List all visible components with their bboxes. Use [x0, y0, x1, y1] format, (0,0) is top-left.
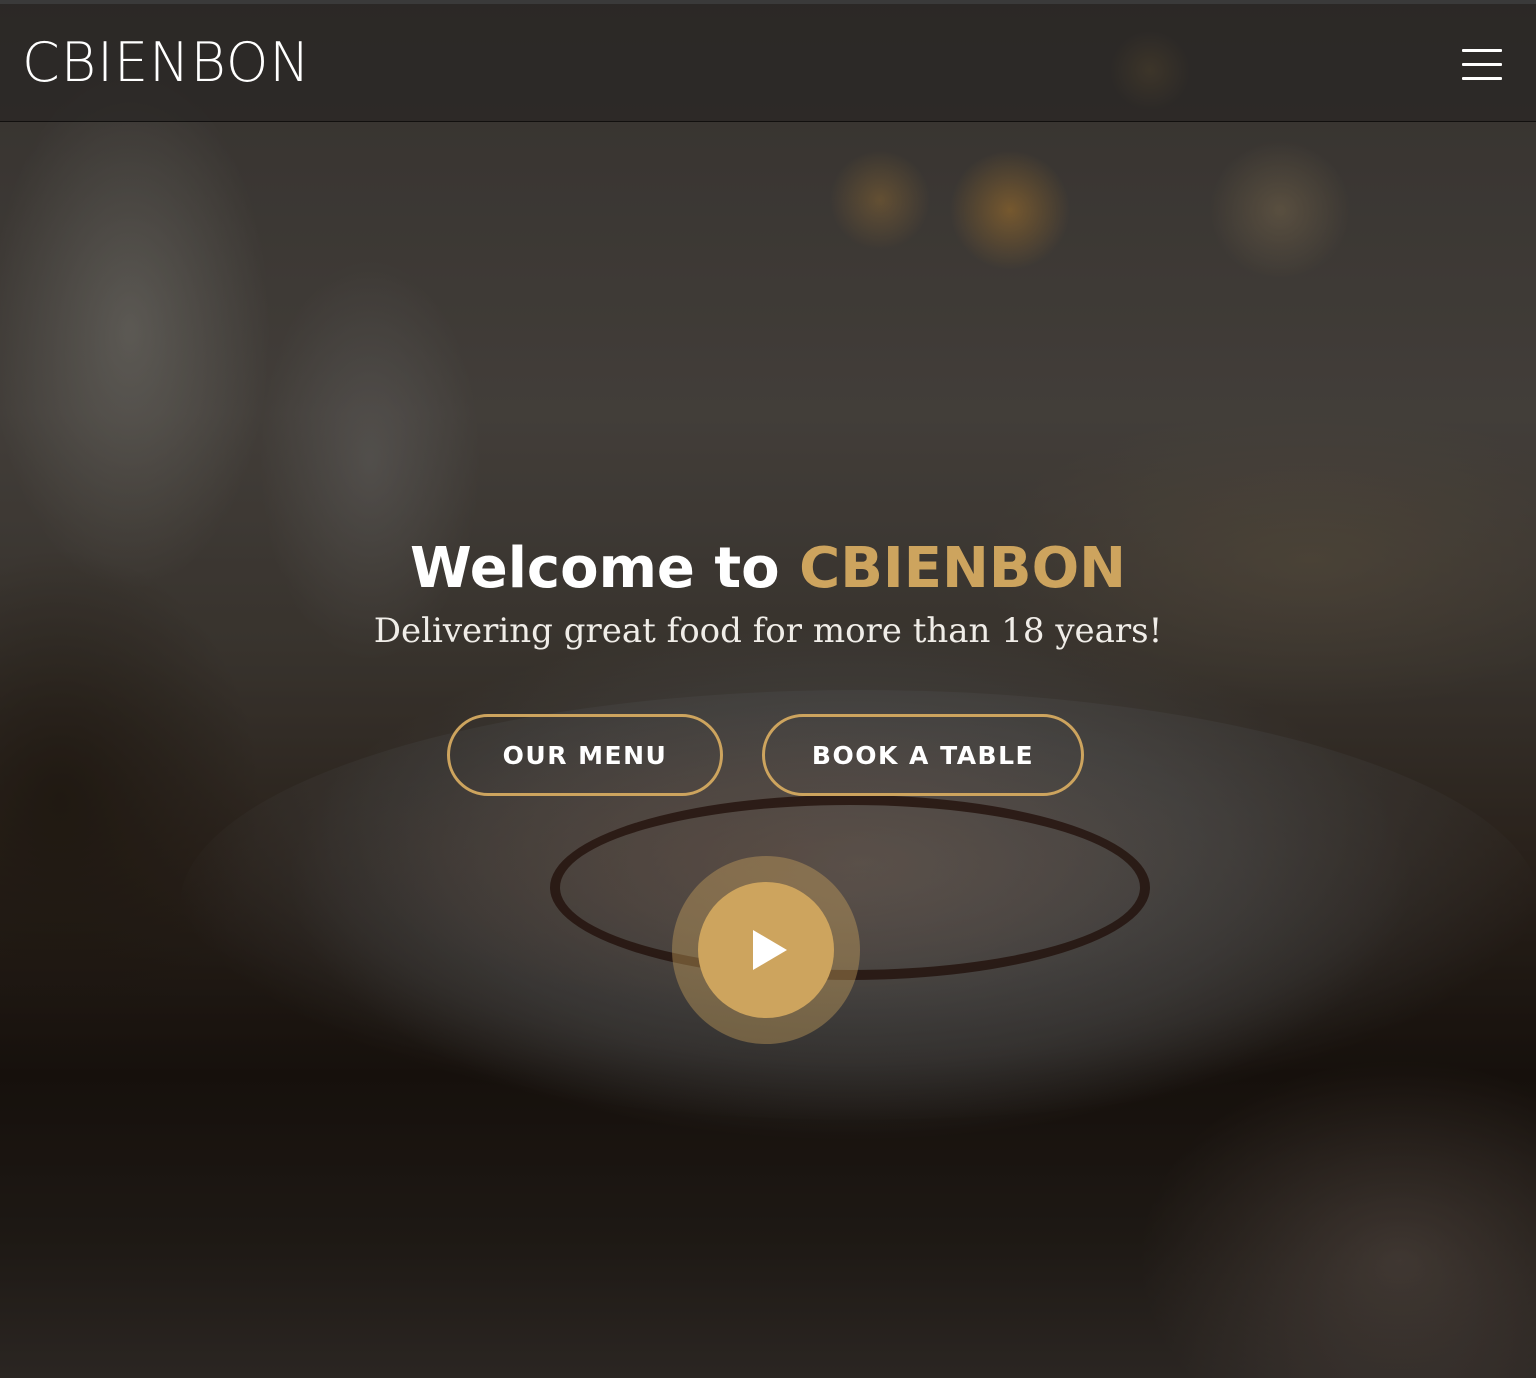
menu-bar-line: [1462, 49, 1502, 52]
book-a-table-button[interactable]: BOOK A TABLE: [762, 714, 1084, 796]
hero-title-brand: CBIENBON: [799, 536, 1127, 601]
hero-title-prefix: Welcome to: [409, 536, 800, 601]
site-logo[interactable]: CBIENBON: [22, 32, 311, 94]
hamburger-menu-icon[interactable]: [1462, 48, 1502, 82]
play-button-core: [698, 882, 834, 1018]
our-menu-button[interactable]: OUR MENU: [447, 714, 723, 796]
page: CBIENBON Welcome to CBIENBON Delivering …: [0, 0, 1536, 1378]
hero-overlay: [0, 0, 1536, 1378]
play-video-button[interactable]: [672, 856, 860, 1044]
hero-title: Welcome to CBIENBON: [0, 532, 1536, 606]
menu-bar-line: [1462, 77, 1502, 80]
hero-subtitle: Delivering great food for more than 18 y…: [373, 611, 1163, 651]
menu-bar-line: [1462, 63, 1502, 66]
play-icon: [753, 930, 787, 970]
top-navbar: CBIENBON: [0, 0, 1536, 122]
